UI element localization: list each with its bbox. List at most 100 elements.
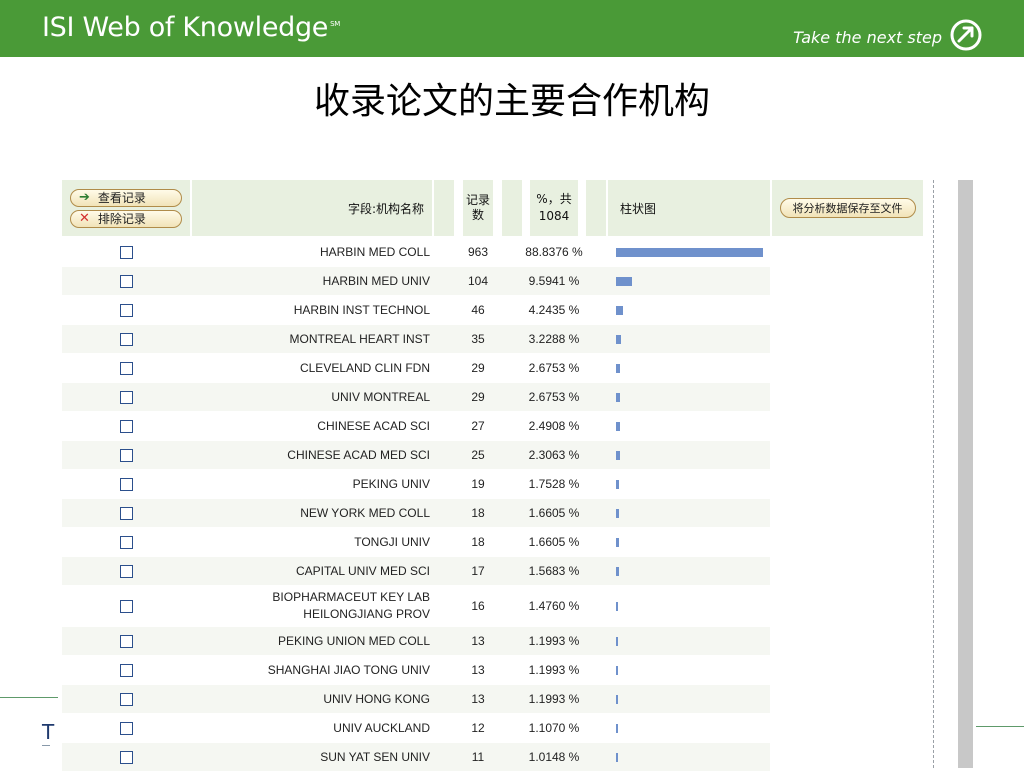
row-select-cell [62, 296, 190, 324]
row-checkbox[interactable] [119, 721, 133, 735]
value-label: 18 [471, 506, 485, 520]
row-checkbox[interactable] [119, 303, 133, 317]
bar [616, 276, 632, 286]
table-row: CAPITAL UNIV MED SCI 17 1.5683 % [62, 557, 770, 585]
close-icon: ✕ [79, 211, 90, 226]
row-checkbox[interactable] [119, 274, 133, 288]
percent-label: 2.6753 % [528, 361, 580, 375]
institution-name: SHANGHAI JIAO TONG UNIV [267, 662, 430, 677]
row-checkbox[interactable] [119, 332, 133, 346]
exclude-records-label: 排除记录 [97, 212, 146, 226]
bar [616, 247, 763, 257]
table-row: HARBIN MED COLL 963 88.8376 % [62, 238, 770, 266]
percent-label: 1.7528 % [528, 477, 580, 491]
category-label: SUN YAT SEN UNIV [192, 743, 432, 771]
row-select-cell [62, 238, 190, 266]
row-checkbox[interactable] [119, 245, 133, 259]
institution-name: UNIV HONG KONG [323, 691, 430, 706]
value-label: 13 [471, 663, 485, 677]
bar [616, 392, 620, 402]
row-select-cell [62, 528, 190, 556]
percent-header: %，共 1084 [530, 180, 578, 236]
row-checkbox[interactable] [119, 692, 133, 706]
institution-name: CHINESE ACAD SCI [317, 418, 430, 433]
row-select-cell [62, 714, 190, 742]
institution-name: CHINESE ACAD MED SCI [287, 447, 430, 462]
row-select-cell [62, 586, 190, 626]
category-label: PEKING UNION MED COLL [192, 627, 432, 655]
category-label: UNIV AUCKLAND [192, 714, 432, 742]
row-checkbox[interactable] [119, 599, 133, 613]
category-label: SHANGHAI JIAO TONG UNIV [192, 656, 432, 684]
service-mark: SM [330, 20, 341, 28]
row-checkbox[interactable] [119, 361, 133, 375]
row-select-cell [62, 743, 190, 771]
percent-label: 1.1993 % [528, 692, 580, 706]
bar-cell [616, 499, 766, 527]
percent-label: 3.2288 % [528, 332, 580, 346]
percent-label: 9.5941 % [528, 274, 580, 288]
category-label: NEW YORK MED COLL [192, 499, 432, 527]
bar-cell [616, 441, 766, 469]
bar-cell [616, 296, 766, 324]
row-checkbox[interactable] [119, 390, 133, 404]
institution-name: MONTREAL HEART INST [289, 331, 430, 346]
table-row: UNIV MONTREAL 29 2.6753 % [62, 383, 770, 411]
percent-label: 88.8376 % [525, 245, 583, 259]
percent-label: 1.1070 % [528, 721, 580, 735]
institution-name: UNIV MONTREAL [331, 389, 430, 404]
bar-cell [616, 557, 766, 585]
table-header: ➔ 查看记录 ✕ 排除记录 字段:机构名称 记录数 %，共 1084 柱状图 将分析… [62, 180, 923, 236]
view-records-button[interactable]: ➔ 查看记录 [70, 188, 182, 207]
row-checkbox[interactable] [119, 419, 133, 433]
institution-name: HARBIN MED COLL [319, 244, 430, 259]
row-select-cell [62, 656, 190, 684]
header-banner: ISI Web of Knowledge SM Take the next ste… [0, 0, 1024, 57]
row-checkbox[interactable] [119, 506, 133, 520]
row-checkbox[interactable] [119, 564, 133, 578]
save-button-cell: 将分析数据保存至文件 [772, 180, 923, 236]
table-row: HARBIN MED UNIV 104 9.5941 % [62, 267, 770, 295]
percent-label: 1.0148 % [528, 750, 580, 764]
category-label: MONTREAL HEART INST [192, 325, 432, 353]
percent-label: 1.6605 % [528, 506, 580, 520]
field-header: 字段:机构名称 [192, 180, 432, 236]
header-spacer [434, 180, 454, 236]
bar-cell [616, 354, 766, 382]
row-select-cell [62, 354, 190, 382]
row-checkbox[interactable] [119, 750, 133, 764]
bar [616, 363, 620, 373]
category-label: CHINESE ACAD MED SCI [192, 441, 432, 469]
table-row: MONTREAL HEART INST 35 3.2288 % [62, 325, 770, 353]
table-row: UNIV AUCKLAND 12 1.1070 % [62, 714, 770, 742]
save-to-file-button[interactable]: 将分析数据保存至文件 [779, 198, 916, 218]
institution-name: TONGJI UNIV [354, 534, 430, 549]
decorative-mark: T [42, 720, 55, 744]
row-checkbox[interactable] [119, 477, 133, 491]
bar-cell [616, 238, 766, 266]
percent-label: 4.2435 % [528, 303, 580, 317]
table-row: SUN YAT SEN UNIV 11 1.0148 % [62, 743, 770, 771]
slide-title: 收录论文的主要合作机构 [313, 81, 710, 122]
arrow-circle-icon [950, 19, 982, 51]
row-checkbox[interactable] [119, 448, 133, 462]
row-checkbox[interactable] [119, 535, 133, 549]
action-buttons-cell: ➔ 查看记录 ✕ 排除记录 [62, 180, 190, 236]
bar [616, 334, 621, 344]
vertical-scrollbar[interactable] [958, 180, 973, 768]
table-row: CHINESE ACAD SCI 27 2.4908 % [62, 412, 770, 440]
value-label: 19 [471, 477, 485, 491]
category-label: CLEVELAND CLIN FDN [192, 354, 432, 382]
exclude-records-button[interactable]: ✕ 排除记录 [70, 209, 182, 228]
bar-cell [616, 627, 766, 655]
chart-header: 柱状图 [608, 180, 770, 236]
percent-label: 1.1993 % [528, 634, 580, 648]
bar-cell [616, 325, 766, 353]
row-checkbox[interactable] [119, 634, 133, 648]
row-checkbox[interactable] [119, 663, 133, 677]
value-label: 16 [471, 599, 485, 613]
row-select-cell [62, 383, 190, 411]
value-label: 104 [467, 274, 489, 288]
category-label: PEKING UNIV [192, 470, 432, 498]
value-label: 18 [471, 535, 485, 549]
